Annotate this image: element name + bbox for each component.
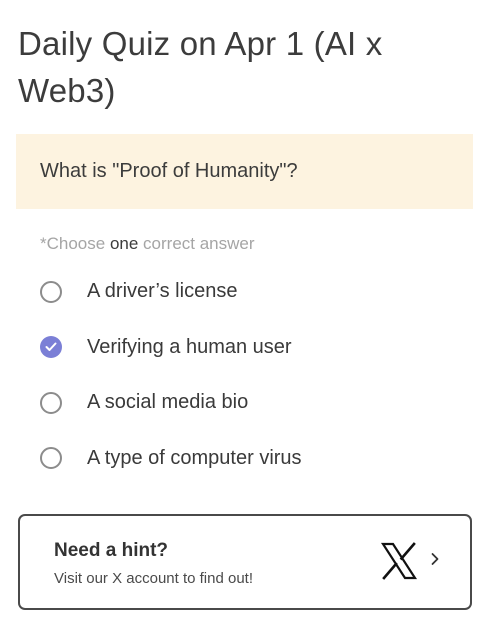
answer-options: A driver’s license Verifying a human use… xyxy=(40,264,460,486)
instruction-emphasis: one xyxy=(109,234,139,253)
hint-card[interactable]: Need a hint? Visit our X account to find… xyxy=(18,514,472,610)
radio-button[interactable] xyxy=(40,391,62,414)
instruction-prefix: *Choose xyxy=(40,234,110,253)
answer-option-label: Verifying a human user xyxy=(87,335,292,358)
answer-option[interactable]: Verifying a human user xyxy=(40,320,460,376)
radio-button[interactable] xyxy=(40,280,62,303)
instruction-suffix: correct answer xyxy=(138,234,255,253)
question-box: What is "Proof of Humanity"? xyxy=(16,134,473,209)
page-title: Daily Quiz on Apr 1 (AI x Web3) xyxy=(18,25,383,109)
radio-button[interactable] xyxy=(40,336,62,359)
x-logo-icon xyxy=(380,542,418,580)
hint-title: Need a hint? xyxy=(54,540,169,561)
answer-option-label: A type of computer virus xyxy=(87,446,302,469)
question-text: What is "Proof of Humanity"? xyxy=(40,160,298,182)
answer-option[interactable]: A social media bio xyxy=(40,375,460,431)
answer-option[interactable]: A driver’s license xyxy=(40,264,460,320)
chevron-right-icon xyxy=(431,553,439,565)
answer-instruction: *Choose one correct answer xyxy=(40,234,255,254)
answer-option[interactable]: A type of computer virus xyxy=(40,431,460,487)
answer-option-label: A driver’s license xyxy=(87,280,238,303)
radio-button[interactable] xyxy=(40,447,62,470)
answer-option-label: A social media bio xyxy=(87,391,249,414)
hint-subtitle: Visit our X account to find out! xyxy=(54,570,254,587)
